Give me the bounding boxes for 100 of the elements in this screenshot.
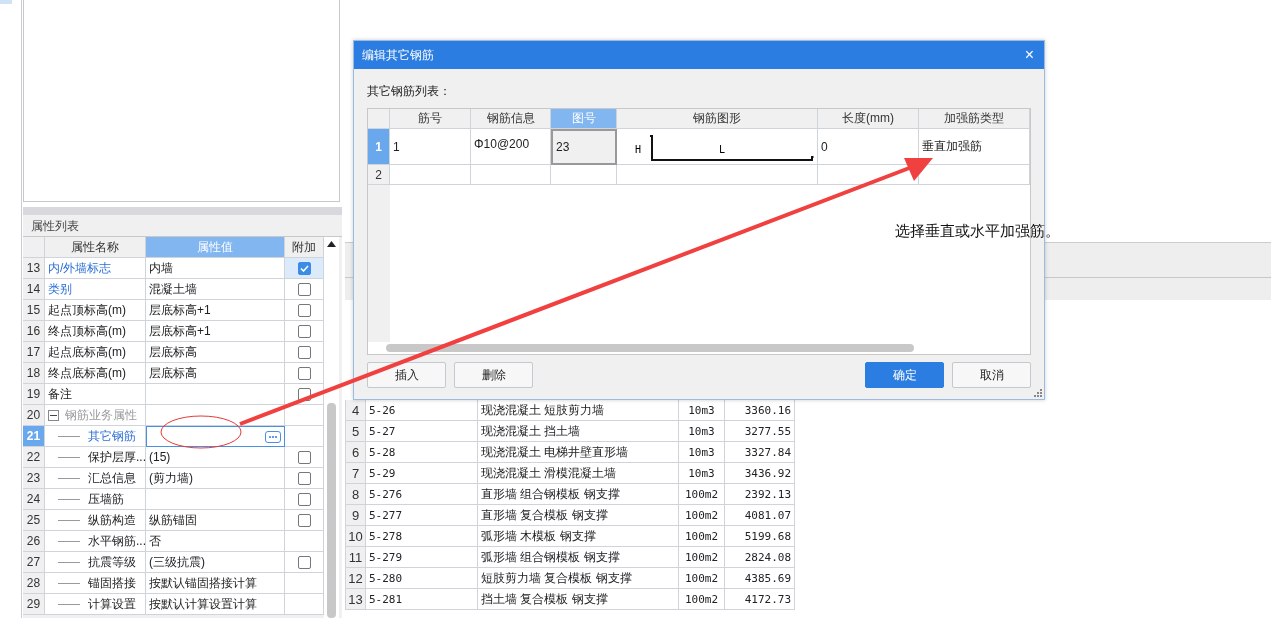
- row-number[interactable]: 20: [23, 405, 45, 426]
- column-header[interactable]: 钢筋图形: [617, 109, 818, 129]
- close-button[interactable]: ×: [1022, 47, 1036, 63]
- row-number[interactable]: 27: [23, 552, 45, 573]
- quota-price: 3327.84: [725, 442, 795, 463]
- scroll-up-icon[interactable]: [327, 241, 336, 247]
- property-name: 水平钢筋...: [45, 531, 146, 552]
- row-number[interactable]: 25: [23, 510, 45, 531]
- row-number[interactable]: 17: [23, 342, 45, 363]
- quota-price: 2824.08: [725, 547, 795, 568]
- property-value: (15): [146, 447, 285, 468]
- row-number[interactable]: 29: [23, 594, 45, 615]
- row-number: 13: [346, 589, 366, 610]
- property-value: (剪力墙): [146, 468, 285, 489]
- quota-code: 5-276: [366, 484, 478, 505]
- property-name: 内/外墙标志: [45, 258, 146, 279]
- checkbox[interactable]: [297, 282, 311, 296]
- checkbox[interactable]: [297, 492, 311, 506]
- quota-code: 5-29: [366, 463, 478, 484]
- property-name: 压墙筋: [45, 489, 146, 510]
- property-name: 计算设置: [45, 594, 146, 615]
- value-field[interactable]: [146, 426, 285, 447]
- figure-number[interactable]: 23: [551, 129, 617, 165]
- property-value: 层底标高: [146, 363, 285, 384]
- more-button[interactable]: [265, 430, 281, 443]
- quota-name: 弧形墙 组合钢模板 钢支撑: [478, 547, 679, 568]
- selection-highlight: [0, 0, 12, 4]
- quota-name: 直形墙 复合模板 钢支撑: [478, 505, 679, 526]
- checkbox[interactable]: [297, 450, 311, 464]
- row-number[interactable]: 15: [23, 300, 45, 321]
- resize-grip-icon[interactable]: [1034, 389, 1042, 397]
- scrollbar-thumb[interactable]: [327, 403, 336, 618]
- dialog-button[interactable]: 删除: [454, 362, 533, 388]
- bar-number: 1: [390, 129, 471, 165]
- quota-unit: 100m2: [679, 505, 725, 526]
- dialog-button[interactable]: 插入: [367, 362, 446, 388]
- row-number[interactable]: 28: [23, 573, 45, 594]
- list-label: 其它钢筋列表：: [367, 83, 451, 100]
- row-number[interactable]: 22: [23, 447, 45, 468]
- column-header[interactable]: 加强筋类型: [919, 109, 1030, 129]
- corner-cell: [368, 109, 390, 129]
- property-name: 起点顶标高(m): [45, 300, 146, 321]
- row-number[interactable]: 24: [23, 489, 45, 510]
- checkbox[interactable]: [297, 555, 311, 569]
- quota-price: 2392.13: [725, 484, 795, 505]
- quota-unit: 100m2: [679, 484, 725, 505]
- quota-name: 弧形墙 木模板 钢支撑: [478, 526, 679, 547]
- property-name: 保护层厚...: [45, 447, 146, 468]
- row-number[interactable]: 18: [23, 363, 45, 384]
- scrollbar[interactable]: [386, 344, 914, 352]
- property-name: 汇总信息: [45, 468, 146, 489]
- quota-unit: 10m3: [679, 400, 725, 421]
- column-header[interactable]: 钢筋信息: [471, 109, 551, 129]
- quota-name: 现浇混凝土 电梯井壁直形墙: [478, 442, 679, 463]
- quota-unit: 10m3: [679, 463, 725, 484]
- row-number[interactable]: 2: [368, 165, 390, 185]
- column-header[interactable]: 筋号: [390, 109, 471, 129]
- property-name: 其它钢筋: [45, 426, 146, 447]
- column-header[interactable]: 长度(mm): [818, 109, 919, 129]
- row-number[interactable]: 26: [23, 531, 45, 552]
- checkbox[interactable]: [297, 324, 311, 338]
- row-number: 11: [346, 547, 366, 568]
- quota-code: 5-27: [366, 421, 478, 442]
- quota-unit: 100m2: [679, 547, 725, 568]
- checkbox[interactable]: [297, 366, 311, 380]
- confirm-button[interactable]: 确定: [865, 362, 944, 388]
- property-value: 层底标高: [146, 342, 285, 363]
- row-number: 8: [346, 484, 366, 505]
- checkbox[interactable]: [297, 471, 311, 485]
- checkbox[interactable]: [297, 303, 311, 317]
- row-number[interactable]: 13: [23, 258, 45, 279]
- row-number: 9: [346, 505, 366, 526]
- table-cell: [551, 165, 617, 185]
- quota-code: 5-280: [366, 568, 478, 589]
- row-number[interactable]: 14: [23, 279, 45, 300]
- checkbox[interactable]: [297, 513, 311, 527]
- ellipsis-icon: [268, 434, 278, 439]
- row-number[interactable]: 19: [23, 384, 45, 405]
- property-name: 锚固搭接: [45, 573, 146, 594]
- column-header[interactable]: 附加: [285, 237, 324, 258]
- dialog-button[interactable]: 取消: [952, 362, 1031, 388]
- row-number[interactable]: 16: [23, 321, 45, 342]
- row-number: 5: [346, 421, 366, 442]
- property-value: 按默认计算设置计算: [146, 594, 285, 615]
- collapse-icon[interactable]: [48, 409, 59, 421]
- property-value: 层底标高+1: [146, 300, 285, 321]
- checkbox[interactable]: [297, 345, 311, 359]
- row-number[interactable]: 23: [23, 468, 45, 489]
- quota-code: 5-278: [366, 526, 478, 547]
- quota-unit: 100m2: [679, 589, 725, 610]
- row-number: 10: [346, 526, 366, 547]
- quota-price: 4081.07: [725, 505, 795, 526]
- property-name: 钢筋业务属性: [45, 405, 146, 426]
- property-name: 备注: [45, 384, 146, 405]
- column-header[interactable]: 属性名称: [45, 237, 146, 258]
- property-name: 终点顶标高(m): [45, 321, 146, 342]
- property-name: 类别: [45, 279, 146, 300]
- checkbox[interactable]: [297, 261, 311, 275]
- rebar-info: Φ10@200: [471, 129, 551, 165]
- quota-name: 挡土墙 复合模板 钢支撑: [478, 589, 679, 610]
